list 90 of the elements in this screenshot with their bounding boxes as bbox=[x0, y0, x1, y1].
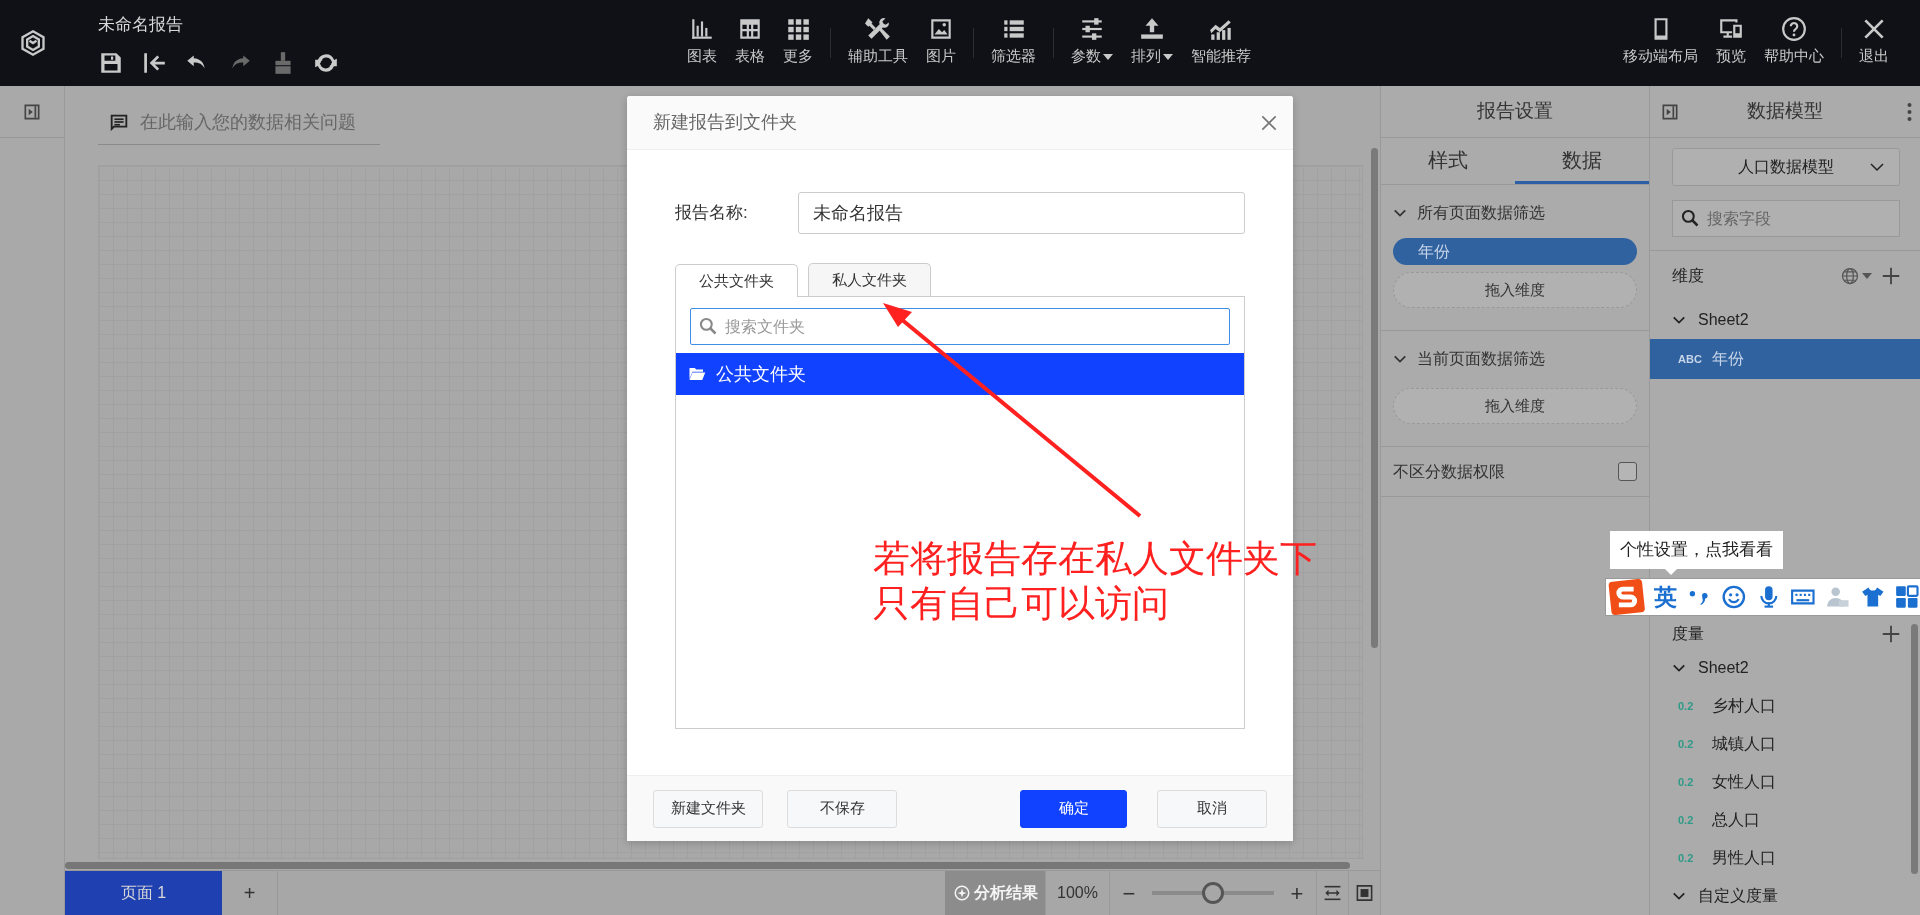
type-label: 0.2 bbox=[1678, 774, 1695, 790]
arrow-up-icon bbox=[1139, 16, 1165, 42]
zoom-percent: 100% bbox=[1045, 871, 1110, 915]
toolbar-button[interactable]: 参数 bbox=[1062, 0, 1122, 86]
report-title: 未命名报告 bbox=[98, 14, 183, 36]
tab[interactable]: 私人文件夹 bbox=[808, 263, 931, 296]
sparkle-icon bbox=[952, 884, 971, 902]
toolbar-button[interactable]: 图片 bbox=[917, 0, 965, 86]
fit-page-icon bbox=[1355, 883, 1374, 903]
zoom-in-button[interactable]: + bbox=[1278, 871, 1316, 915]
section-title: 度量 bbox=[1672, 624, 1705, 644]
toolbar-button[interactable]: 帮助中心 bbox=[1755, 0, 1833, 86]
type-label: 0.2 bbox=[1678, 850, 1695, 866]
question-field[interactable]: 在此输入您的数据相关问题 bbox=[98, 100, 380, 145]
caret-icon bbox=[1103, 54, 1113, 61]
sliders-icon bbox=[1079, 16, 1105, 42]
apps-icon[interactable] bbox=[1894, 584, 1920, 610]
search-field[interactable]: 搜索字段 bbox=[1672, 200, 1900, 237]
table-icon bbox=[737, 16, 763, 42]
field-item[interactable]: 0.2 乡村人口 bbox=[1650, 687, 1920, 725]
toolbar-button[interactable]: 图表 bbox=[678, 0, 726, 86]
globe-icon bbox=[1840, 266, 1860, 286]
shirt-icon[interactable] bbox=[1859, 584, 1886, 610]
drop-zone: 拖入维度 bbox=[1393, 388, 1637, 424]
tooltip: 个性设置，点我看看 bbox=[1610, 531, 1783, 569]
toolbar-button[interactable]: 移动端布局 bbox=[1614, 0, 1707, 86]
add-button[interactable] bbox=[1880, 265, 1902, 287]
group-label: Sheet2 bbox=[1698, 310, 1749, 330]
toolbar-button[interactable]: 表格 bbox=[726, 0, 774, 86]
dialog-button[interactable]: 不保存 bbox=[787, 789, 897, 828]
model-dropdown[interactable]: 人口数据模型 bbox=[1672, 148, 1900, 186]
field-item[interactable]: 0.2 女性人口 bbox=[1650, 763, 1920, 801]
ime-logo-icon[interactable] bbox=[1608, 578, 1646, 616]
report-name-field[interactable]: 未命名报告 bbox=[798, 192, 1245, 234]
page-tab[interactable]: 页面 1 bbox=[65, 871, 222, 915]
section-title: 维度 bbox=[1672, 266, 1705, 286]
globe-dropdown-button[interactable] bbox=[1840, 266, 1872, 286]
type-label: 0.2 bbox=[1678, 698, 1695, 714]
toolbar-button[interactable]: 筛选器 bbox=[982, 0, 1045, 86]
caret-icon bbox=[1862, 273, 1872, 279]
tab[interactable]: 样式 bbox=[1381, 138, 1515, 184]
field-item[interactable]: 0.2 城镇人口 bbox=[1650, 725, 1920, 763]
panel-title: 报告设置 bbox=[1477, 99, 1553, 124]
help-icon bbox=[1781, 16, 1807, 42]
search-field[interactable]: 搜索文件夹 bbox=[690, 308, 1230, 345]
folder-icon bbox=[688, 365, 706, 383]
type-label: 0.2 bbox=[1678, 736, 1695, 752]
confirm-button[interactable]: 确定 bbox=[1020, 789, 1127, 828]
toolbar-button[interactable]: 更多 bbox=[774, 0, 822, 86]
dialog-button[interactable]: 取消 bbox=[1157, 789, 1267, 828]
drop-zone: 拖入维度 bbox=[1393, 272, 1637, 308]
toolbar-button[interactable]: 排列 bbox=[1122, 0, 1182, 86]
add-page-button[interactable]: + bbox=[222, 871, 278, 915]
field-item[interactable]: 0.2 总人口 bbox=[1650, 801, 1920, 839]
section-title: 当前页面数据筛选 bbox=[1417, 348, 1545, 369]
field-label: 报告名称: bbox=[675, 202, 749, 225]
smiley-icon[interactable] bbox=[1721, 584, 1747, 610]
filter-chip[interactable]: 年份 bbox=[1393, 238, 1637, 265]
field-item[interactable]: 0.2 男性人口 bbox=[1650, 839, 1920, 877]
plus-icon bbox=[1880, 623, 1902, 645]
dialog-title: 新建报告到文件夹 bbox=[653, 111, 797, 134]
group-label: Sheet2 bbox=[1698, 658, 1749, 678]
toolbar-button[interactable]: 退出 bbox=[1850, 0, 1898, 86]
toolbar-button[interactable]: 辅助工具 bbox=[839, 0, 917, 86]
logo-icon bbox=[18, 29, 47, 57]
type-label: 0.2 bbox=[1678, 812, 1695, 828]
group-label: 自定义度量 bbox=[1698, 886, 1778, 906]
bar-chart-icon bbox=[689, 16, 715, 42]
grid-icon bbox=[785, 16, 811, 42]
fit-width-icon bbox=[1323, 883, 1342, 903]
more-options-button[interactable] bbox=[1907, 101, 1912, 122]
image-icon bbox=[928, 16, 954, 42]
annotation-text: 只有自己可以访问 bbox=[873, 582, 1170, 627]
plus-icon bbox=[1880, 265, 1902, 287]
add-button[interactable] bbox=[1880, 623, 1902, 645]
folder-item[interactable]: 公共文件夹 bbox=[676, 353, 1244, 395]
zoom-out-button[interactable]: − bbox=[1110, 871, 1148, 915]
kebab-menu-icon bbox=[1907, 101, 1912, 122]
checkbox-label: 不区分数据权限 bbox=[1393, 461, 1505, 482]
panel-title: 数据模型 bbox=[1747, 99, 1823, 124]
caret-icon bbox=[1163, 54, 1173, 61]
tab[interactable]: 公共文件夹 bbox=[675, 264, 798, 297]
field-item[interactable]: ABC 年份 bbox=[1650, 339, 1920, 379]
input-mode-toggle[interactable]: 英 bbox=[1654, 579, 1678, 615]
toolbar-button[interactable]: 预览 bbox=[1707, 0, 1755, 86]
section-title: 所有页面数据筛选 bbox=[1417, 202, 1545, 223]
tools-icon bbox=[865, 16, 891, 42]
toolbar-button[interactable]: 智能推荐 bbox=[1182, 0, 1260, 86]
dialog-button[interactable]: 新建文件夹 bbox=[653, 789, 763, 828]
checkbox[interactable] bbox=[1618, 462, 1637, 481]
